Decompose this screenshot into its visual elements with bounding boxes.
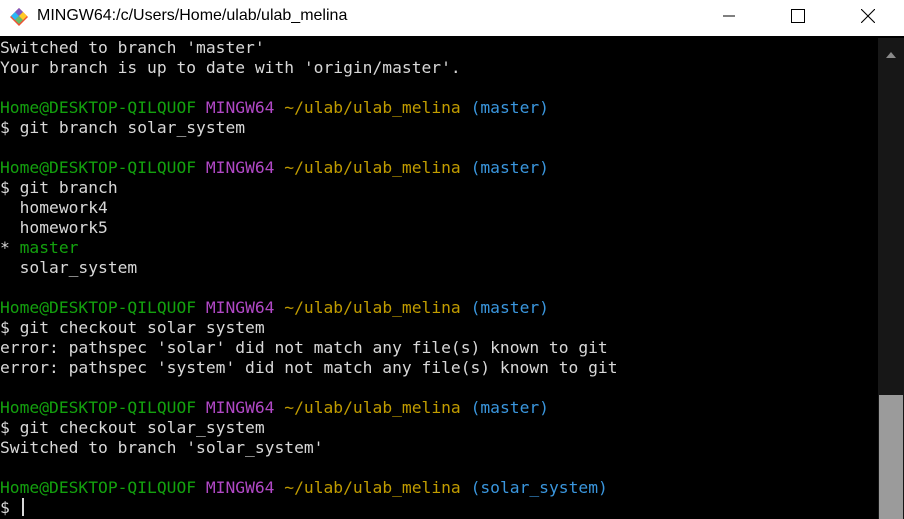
minimize-button[interactable] bbox=[706, 0, 752, 36]
output-text: $ git branch bbox=[0, 178, 118, 197]
terminal-output[interactable]: Switched to branch 'master' Your branch i… bbox=[0, 38, 878, 519]
prompt-env: MINGW64 bbox=[205, 98, 275, 117]
prompt-branch: (master) bbox=[470, 98, 549, 117]
current-branch-marker: * bbox=[0, 238, 20, 257]
output-line: $ git branch solar_system bbox=[0, 118, 878, 138]
prompt-path: ~/ulab/ulab_melina bbox=[284, 158, 461, 177]
output-line: homework4 bbox=[0, 198, 878, 218]
output-line: $ git checkout solar system bbox=[0, 318, 878, 338]
prompt-path: ~/ulab/ulab_melina bbox=[284, 478, 461, 497]
close-button[interactable] bbox=[845, 0, 891, 36]
git-bash-icon[interactable] bbox=[9, 7, 29, 27]
prompt-line: Home@DESKTOP-QILQUOF MINGW64 ~/ulab/ulab… bbox=[0, 398, 878, 418]
output-text: Your branch is up to date with 'origin/m… bbox=[0, 58, 461, 77]
prompt-branch: (master) bbox=[470, 398, 549, 417]
prompt-env: MINGW64 bbox=[205, 298, 275, 317]
output-text: $ git checkout solar_system bbox=[0, 418, 265, 437]
prompt-env: MINGW64 bbox=[205, 158, 275, 177]
current-branch-line: * master bbox=[0, 238, 878, 258]
output-text: error: pathspec 'solar' did not match an… bbox=[0, 338, 608, 357]
current-branch-name: master bbox=[19, 238, 79, 257]
output-line: homework5 bbox=[0, 218, 878, 238]
prompt-branch: (master) bbox=[470, 298, 549, 317]
prompt-user: Home@DESKTOP-QILQUOF bbox=[0, 398, 197, 417]
prompt-user: Home@DESKTOP-QILQUOF bbox=[0, 298, 197, 317]
prompt-line: Home@DESKTOP-QILQUOF MINGW64 ~/ulab/ulab… bbox=[0, 98, 878, 118]
prompt-user: Home@DESKTOP-QILQUOF bbox=[0, 98, 197, 117]
output-text: homework4 bbox=[0, 198, 108, 217]
output-text: Switched to branch 'master' bbox=[0, 38, 265, 57]
prompt-user: Home@DESKTOP-QILQUOF bbox=[0, 158, 197, 177]
terminal-window: MINGW64:/c/Users/Home/ulab/ulab_melina S… bbox=[0, 0, 904, 519]
maximize-icon bbox=[791, 8, 805, 28]
output-text: solar_system bbox=[0, 258, 138, 277]
output-line: solar_system bbox=[0, 258, 878, 278]
output-line: error: pathspec 'system' did not match a… bbox=[0, 358, 878, 378]
maximize-button[interactable] bbox=[775, 0, 821, 36]
text-cursor bbox=[21, 498, 24, 516]
prompt-path: ~/ulab/ulab_melina bbox=[284, 298, 461, 317]
output-line: Switched to branch 'master' bbox=[0, 38, 878, 58]
prompt-env: MINGW64 bbox=[205, 398, 275, 417]
prompt-branch: (master) bbox=[470, 158, 549, 177]
prompt-env: MINGW64 bbox=[205, 478, 275, 497]
output-text: Switched to branch 'solar_system' bbox=[0, 438, 324, 457]
output-text: homework5 bbox=[0, 218, 108, 237]
prompt-path: ~/ulab/ulab_melina bbox=[284, 398, 461, 417]
output-text: error: pathspec 'system' did not match a… bbox=[0, 358, 618, 377]
output-line: Switched to branch 'solar_system' bbox=[0, 438, 878, 458]
prompt-line: Home@DESKTOP-QILQUOF MINGW64 ~/ulab/ulab… bbox=[0, 158, 878, 178]
window-title: MINGW64:/c/Users/Home/ulab/ulab_melina bbox=[37, 7, 348, 24]
output-line: error: pathspec 'solar' did not match an… bbox=[0, 338, 878, 358]
scroll-up-arrow-icon[interactable] bbox=[878, 42, 904, 68]
prompt-line: Home@DESKTOP-QILQUOF MINGW64 ~/ulab/ulab… bbox=[0, 298, 878, 318]
prompt-branch: (solar_system) bbox=[470, 478, 608, 497]
title-bar[interactable]: MINGW64:/c/Users/Home/ulab/ulab_melina bbox=[0, 0, 904, 36]
output-line: $ git checkout solar_system bbox=[0, 418, 878, 438]
prompt-path: ~/ulab/ulab_melina bbox=[284, 98, 461, 117]
input-prompt: $ bbox=[0, 498, 20, 517]
output-line: Your branch is up to date with 'origin/m… bbox=[0, 58, 878, 78]
prompt-line: Home@DESKTOP-QILQUOF MINGW64 ~/ulab/ulab… bbox=[0, 478, 878, 498]
output-text: $ git branch solar_system bbox=[0, 118, 246, 137]
output-line: $ git branch bbox=[0, 178, 878, 198]
minimize-icon bbox=[723, 9, 735, 27]
vertical-scrollbar[interactable] bbox=[878, 38, 904, 519]
prompt-user: Home@DESKTOP-QILQUOF bbox=[0, 478, 197, 497]
input-line: $ bbox=[0, 498, 878, 518]
close-icon bbox=[860, 8, 876, 28]
scroll-thumb[interactable] bbox=[879, 395, 903, 519]
output-text: $ git checkout solar system bbox=[0, 318, 265, 337]
